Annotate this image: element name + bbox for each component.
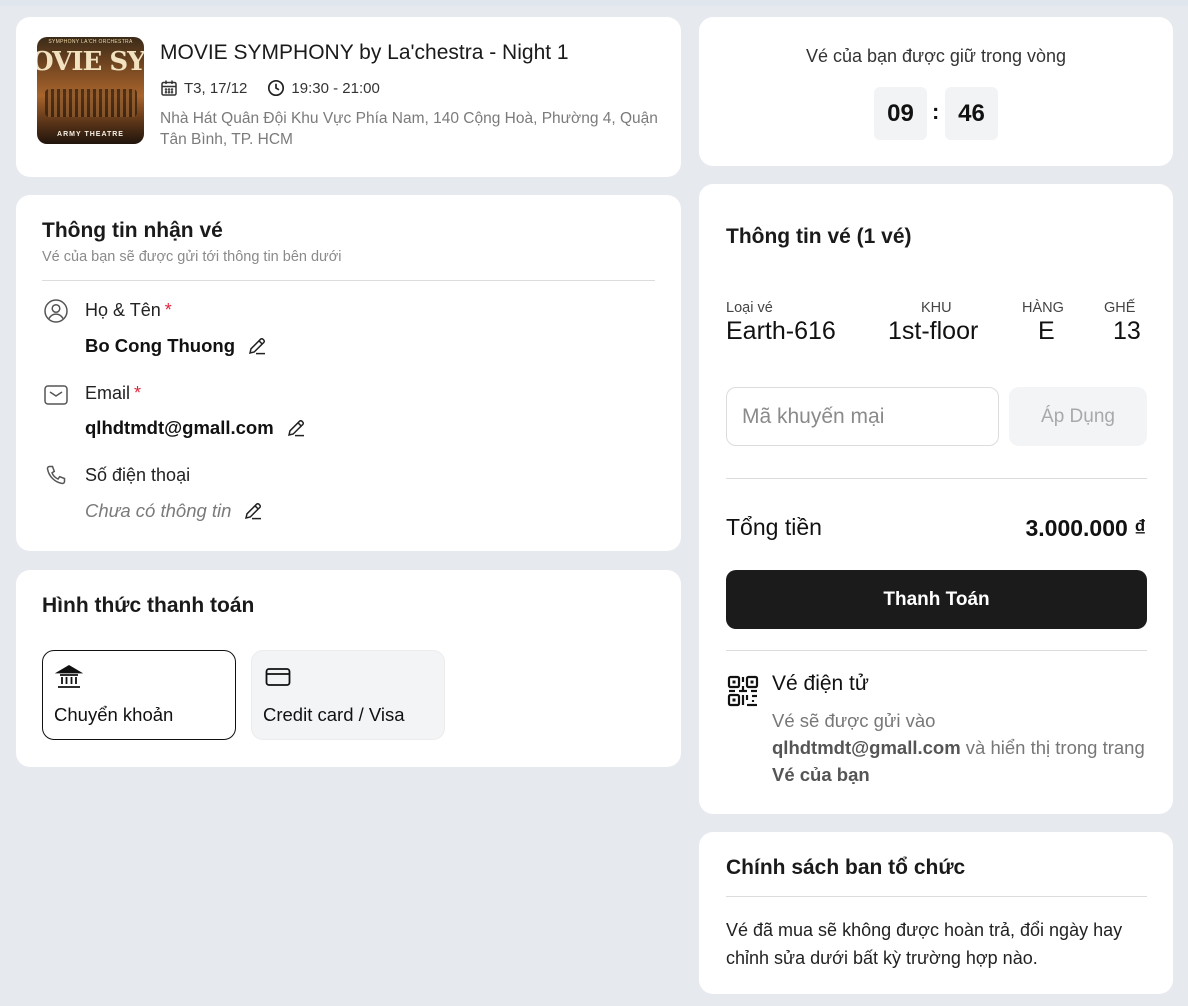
- ticket-row-header: HÀNG: [1022, 300, 1064, 316]
- poster-bottom-text: ARMY THEATRE: [57, 131, 124, 138]
- event-card: SYMPHONY LA'CH ORCHESTRA OVIE SYMPHO ARM…: [16, 17, 681, 177]
- edit-phone-pencil-icon[interactable]: [243, 501, 263, 521]
- eticket-title: Vé điện tử: [772, 672, 869, 695]
- ticket-seat-header: GHẾ: [1104, 300, 1136, 316]
- total-value: 3.000.000 ₫: [1025, 515, 1146, 541]
- poster-orchestra-image: [45, 89, 137, 117]
- ticket-info-card: Thông tin vé (1 vé) Loại vé KHU HÀNG GHẾ…: [699, 184, 1173, 814]
- edit-email-pencil-icon[interactable]: [286, 418, 306, 438]
- email-label: Email *: [85, 383, 142, 403]
- apply-promo-button[interactable]: Áp Dụng: [1009, 387, 1147, 446]
- policy-title: Chính sách ban tổ chức: [726, 856, 966, 879]
- name-value: Bo Cong Thuong: [85, 335, 236, 356]
- timer-label: Vé của bạn được giữ trong vòng: [805, 46, 1067, 66]
- payment-option-bank-transfer[interactable]: Chuyển khoản: [42, 650, 236, 740]
- promo-code-input[interactable]: [726, 387, 999, 446]
- receiver-info-card: Thông tin nhận vé Vé của bạn sẽ được gửi…: [16, 195, 681, 551]
- event-address: Nhà Hát Quân Đội Khu Vực Phía Nam, 140 C…: [160, 110, 658, 148]
- email-value: qlhdtmdt@gmall.com: [85, 417, 274, 438]
- hold-timer-card: Vé của bạn được giữ trong vòng 09 : 46: [699, 17, 1173, 166]
- phone-value: Chưa có thông tin: [85, 500, 232, 521]
- credit-card-icon: [264, 663, 292, 691]
- receiver-title: Thông tin nhận vé: [42, 219, 223, 242]
- ticket-type-header: Loại vé: [726, 300, 773, 316]
- event-time: 19:30 - 21:00: [291, 79, 380, 97]
- ticket-row-value: E: [1038, 317, 1055, 345]
- calendar-icon: [160, 79, 178, 97]
- event-date: T3, 17/12: [184, 79, 248, 97]
- total-label: Tổng tiền: [726, 514, 822, 540]
- eticket-description: Vé sẽ được gửi vào qlhdtmdt@gmall.com và…: [772, 710, 1145, 785]
- poster-top-text: SYMPHONY LA'CH ORCHESTRA: [48, 39, 133, 45]
- ticket-divider-2: [726, 650, 1147, 651]
- event-title: MOVIE SYMPHONY by La'chestra - Night 1: [160, 41, 569, 64]
- name-required-mark: *: [164, 300, 172, 320]
- user-circle-icon: [43, 298, 69, 324]
- ticket-type-value: Earth-616: [726, 317, 836, 345]
- credit-card-label: Credit card / Visa: [263, 704, 405, 725]
- payment-title: Hình thức thanh toán: [42, 594, 255, 617]
- mail-icon: [43, 382, 69, 408]
- ticket-divider-1: [726, 478, 1147, 479]
- my-tickets-link[interactable]: Vé của bạn: [772, 764, 870, 785]
- payment-method-card: Hình thức thanh toán Chuyển khoản Credit…: [16, 570, 681, 767]
- bank-transfer-label: Chuyển khoản: [54, 704, 174, 725]
- organizer-policy-card: Chính sách ban tổ chức Vé đã mua sẽ khôn…: [699, 832, 1173, 994]
- ticket-seat-value: 13: [1113, 317, 1141, 345]
- receiver-divider: [42, 280, 655, 281]
- event-datetime: T3, 17/12 19:30 - 21:00: [160, 79, 380, 97]
- timer-separator: :: [932, 99, 940, 124]
- email-required-mark: *: [134, 383, 142, 403]
- receiver-subtitle: Vé của bạn sẽ được gửi tới thông tin bên…: [42, 249, 342, 265]
- name-value-row: Bo Cong Thuong: [85, 335, 267, 357]
- phone-value-row: Chưa có thông tin: [85, 500, 263, 522]
- phone-icon: [43, 463, 69, 489]
- timer-minutes: 09: [874, 87, 927, 140]
- timer-seconds: 46: [945, 87, 998, 140]
- policy-divider: [726, 896, 1147, 897]
- eticket-email: qlhdtmdt@gmall.com: [772, 737, 961, 758]
- name-label: Họ & Tên *: [85, 300, 172, 320]
- poster-title-text: OVIE SYMPHO: [37, 47, 144, 77]
- qr-code-icon: [726, 674, 760, 708]
- policy-text: Vé đã mua sẽ không được hoàn trả, đổi ng…: [726, 920, 1123, 968]
- bank-icon: [54, 663, 84, 691]
- email-value-row: qlhdtmdt@gmall.com: [85, 417, 306, 439]
- ticket-title: Thông tin vé (1 vé): [726, 225, 912, 248]
- phone-label: Số điện thoại: [85, 465, 191, 485]
- ticket-zone-header: KHU: [921, 300, 952, 316]
- clock-icon: [267, 79, 285, 97]
- payment-option-credit-card[interactable]: Credit card / Visa: [251, 650, 445, 740]
- event-poster: SYMPHONY LA'CH ORCHESTRA OVIE SYMPHO ARM…: [37, 37, 144, 144]
- edit-name-pencil-icon[interactable]: [247, 336, 267, 356]
- top-strip: [0, 0, 1188, 6]
- ticket-zone-value: 1st-floor: [888, 317, 979, 345]
- checkout-button[interactable]: Thanh Toán: [726, 570, 1147, 629]
